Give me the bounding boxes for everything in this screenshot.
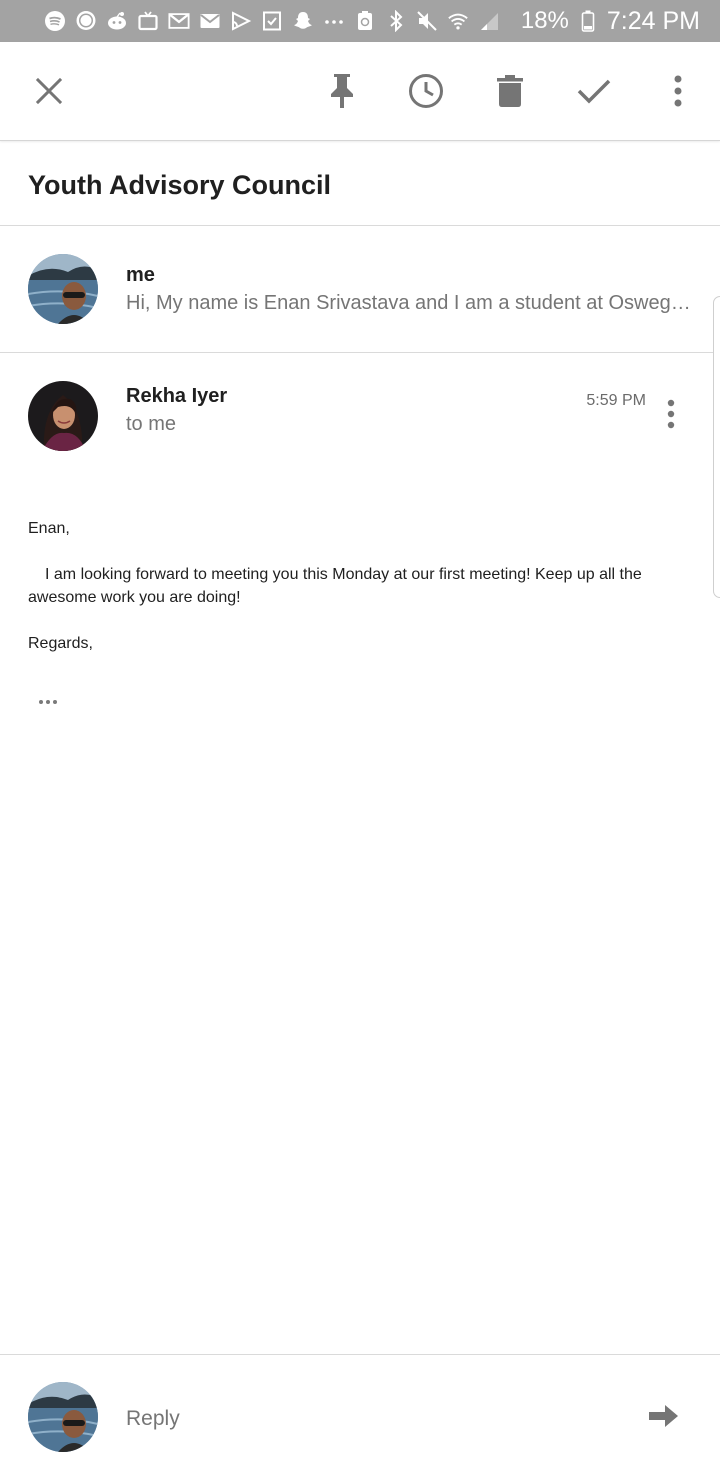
wifi-icon xyxy=(447,10,469,32)
signal-icon xyxy=(478,10,500,32)
message-divider xyxy=(0,352,720,353)
reddit-icon xyxy=(106,10,128,32)
message-time: 5:59 PM xyxy=(586,392,646,409)
close-button[interactable] xyxy=(24,66,74,116)
mute-icon xyxy=(416,10,438,32)
chat-bubble-icon xyxy=(75,10,97,32)
mail-icon xyxy=(199,10,221,32)
cast-icon xyxy=(230,10,252,32)
quoted-dot xyxy=(53,700,57,704)
message-more-icon xyxy=(667,399,675,434)
tv-icon xyxy=(137,10,159,32)
pin-icon xyxy=(329,73,355,109)
collapsed-message-sender: me xyxy=(126,264,155,286)
snooze-clock-icon xyxy=(408,73,444,109)
notification-icons xyxy=(44,10,500,32)
close-icon xyxy=(35,77,63,105)
status-bar: 18% 7:24 PM xyxy=(0,0,720,42)
quoted-dot xyxy=(46,700,50,704)
clock-time: 7:24 PM xyxy=(606,6,700,35)
checklist-icon xyxy=(261,10,283,32)
trash-icon xyxy=(497,75,523,107)
battery-percent: 18% xyxy=(520,7,569,34)
message-greeting: Enan, xyxy=(28,520,70,537)
pin-button[interactable] xyxy=(317,66,367,116)
status-right: 18% 7:24 PM xyxy=(521,7,700,36)
battery-icon xyxy=(577,10,599,32)
message-more-button[interactable] xyxy=(655,396,687,436)
show-quoted-text-button[interactable] xyxy=(28,688,68,716)
overflow-menu-icon xyxy=(673,75,683,107)
message-paragraph: I am looking forward to meeting you this… xyxy=(28,566,642,606)
mark-done-button[interactable] xyxy=(569,66,619,116)
gmail-icon xyxy=(168,10,190,32)
reply-bar xyxy=(0,1354,720,1480)
battery-saver-icon xyxy=(354,10,376,32)
more-dots-icon xyxy=(323,10,345,32)
thread-subject: Youth Advisory Council xyxy=(28,170,332,200)
overflow-menu-button[interactable] xyxy=(653,66,703,116)
collapsed-message-snippet: Hi, My name is Enan Srivastava and I am … xyxy=(126,292,692,314)
forward-button[interactable] xyxy=(642,1396,686,1440)
snooze-button[interactable] xyxy=(401,66,451,116)
message-sender: Rekha Iyer xyxy=(126,385,228,407)
delete-button[interactable] xyxy=(485,66,535,116)
quoted-dot xyxy=(39,700,43,704)
bluetooth-icon xyxy=(385,10,407,32)
edge-panel-handle[interactable] xyxy=(713,296,720,598)
sender-avatar[interactable] xyxy=(28,381,98,451)
top-toolbar xyxy=(0,42,720,141)
forward-arrow-icon xyxy=(649,1404,679,1433)
message-recipient[interactable]: to me xyxy=(126,413,176,436)
reply-avatar xyxy=(28,1382,98,1452)
avatar xyxy=(28,254,98,324)
spotify-icon xyxy=(44,10,66,32)
snapchat-icon xyxy=(292,10,314,32)
collapsed-message[interactable] xyxy=(0,226,720,352)
reply-input[interactable]: Reply xyxy=(126,1407,180,1431)
done-check-icon xyxy=(577,78,611,104)
message-closing: Regards, xyxy=(28,635,93,652)
